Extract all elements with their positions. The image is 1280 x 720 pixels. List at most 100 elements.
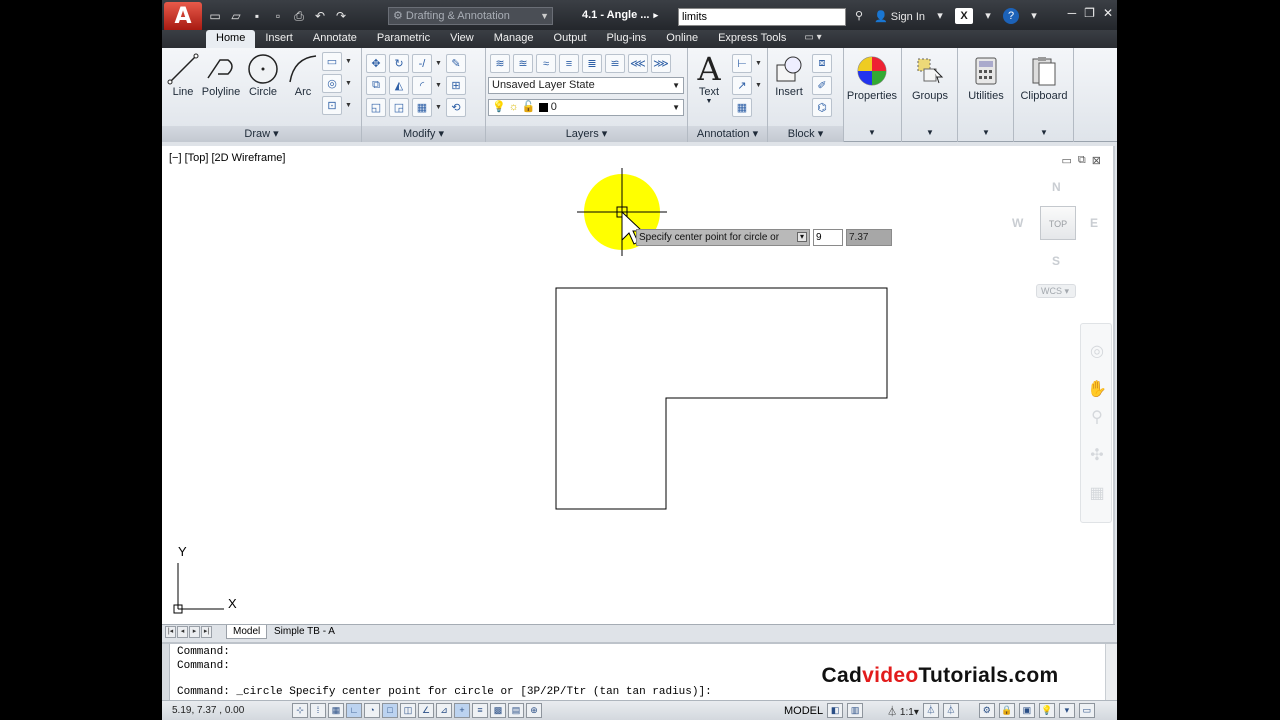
hatch-icon[interactable]: ◎ [322, 74, 342, 93]
application-menu-button[interactable]: A [164, 2, 202, 32]
dynamic-input-icon[interactable]: + [454, 703, 470, 718]
arc-tool[interactable]: Arc [282, 52, 324, 98]
viewport-minimize-icon[interactable]: ▭ [1062, 154, 1072, 167]
trim-icon[interactable]: -/ [412, 54, 432, 73]
explode-icon[interactable]: ⊞ [446, 76, 466, 95]
polar-tracking-icon[interactable]: ◔ [364, 703, 380, 718]
first-tab-icon[interactable]: |◂ [165, 626, 176, 638]
plot-icon[interactable]: ⎙ [290, 8, 308, 24]
3d-object-snap-icon[interactable]: ◫ [400, 703, 416, 718]
move-icon[interactable]: ✥ [366, 54, 386, 73]
annotation-visibility-icon[interactable]: ⏃ [922, 703, 939, 718]
isolate-objects-icon[interactable]: 💡 [1038, 703, 1055, 718]
clipboard-tool[interactable]: Clipboard ▼ [1016, 52, 1072, 137]
help-chevron-icon[interactable]: ▾ [1025, 8, 1043, 24]
edit-block-icon[interactable]: ✐ [812, 76, 832, 95]
modify-panel-title[interactable]: Modify ▾ [362, 126, 485, 142]
tab-output[interactable]: Output [544, 30, 597, 48]
transparency-icon[interactable]: ▩ [490, 703, 506, 718]
tab-annotate[interactable]: Annotate [303, 30, 367, 48]
trim-chevron-icon[interactable]: ▼ [435, 54, 443, 73]
erase-icon[interactable]: ✎ [446, 54, 466, 73]
layer-unisolate-icon[interactable]: ⋙ [651, 54, 671, 73]
table-icon[interactable]: ▦ [732, 98, 752, 117]
pan-icon[interactable]: ✋ [1087, 380, 1107, 400]
prev-tab-icon[interactable]: ◂ [177, 626, 188, 638]
tab-view[interactable]: View [440, 30, 484, 48]
object-snap-tracking-icon[interactable]: ∠ [418, 703, 434, 718]
object-snap-icon[interactable]: □ [382, 703, 398, 718]
sign-in-button[interactable]: 👤 Sign In [874, 10, 925, 23]
utilities-chevron-icon[interactable]: ▼ [958, 128, 1014, 137]
mirror-icon[interactable]: ◭ [389, 76, 409, 95]
tab-insert[interactable]: Insert [255, 30, 303, 48]
leader-chevron-icon[interactable]: ▼ [755, 76, 763, 95]
viewcube[interactable]: N W E S TOP [1012, 176, 1112, 296]
clipboard-chevron-icon[interactable]: ▼ [1016, 128, 1072, 137]
dimension-icon[interactable]: ⊢ [732, 54, 752, 73]
auto-scale-icon[interactable]: ⏃ [942, 703, 959, 718]
region-chevron-icon[interactable]: ▼ [345, 96, 353, 115]
viewport-controls-label[interactable]: [−] [Top] [2D Wireframe] [169, 152, 285, 164]
workspace-selector[interactable]: ⚙ Drafting & Annotation ▼ [388, 7, 553, 25]
dimension-chevron-icon[interactable]: ▼ [755, 54, 763, 73]
hatch-chevron-icon[interactable]: ▼ [345, 74, 353, 93]
open-icon[interactable]: ▱ [227, 8, 245, 24]
compass-east[interactable]: E [1090, 216, 1098, 230]
binoculars-icon[interactable]: ⚲ [850, 8, 868, 24]
leader-icon[interactable]: ↗ [732, 76, 752, 95]
tab-online[interactable]: Online [656, 30, 708, 48]
properties-panel[interactable]: Properties ▼ [844, 48, 902, 142]
save-icon[interactable]: ▪ [248, 8, 266, 24]
utilities-panel[interactable]: Utilities ▼ [958, 48, 1014, 142]
dynamic-y-input[interactable]: 7.37 [846, 229, 892, 246]
workspace-switching-icon[interactable]: ⚙ [978, 703, 995, 718]
scale-icon[interactable]: ◲ [389, 98, 409, 117]
snap-mode-icon[interactable]: ⁞ [310, 703, 326, 718]
block-panel-title[interactable]: Block ▾ [768, 126, 843, 142]
tab-express-tools[interactable]: Express Tools [708, 30, 796, 48]
block-attribute-icon[interactable]: ⌬ [812, 98, 832, 117]
compass-north[interactable]: N [1052, 180, 1061, 194]
minimize-icon[interactable]: ─ [1068, 6, 1077, 20]
create-block-icon[interactable]: ⧈ [812, 54, 832, 73]
polyline-tool[interactable]: Polyline [200, 52, 242, 98]
redo-icon[interactable]: ↷ [332, 8, 350, 24]
sign-in-chevron-icon[interactable]: ▾ [931, 8, 949, 24]
region-icon[interactable]: ⊡ [322, 96, 342, 115]
next-tab-icon[interactable]: ▸ [189, 626, 200, 638]
stretch-icon[interactable]: ◱ [366, 98, 386, 117]
layer-states-icon[interactable]: ≊ [513, 54, 533, 73]
rotate-icon[interactable]: ↻ [389, 54, 409, 73]
fillet-icon[interactable]: ◜ [412, 76, 432, 95]
properties-tool[interactable]: Properties ▼ [844, 52, 900, 137]
search-input[interactable]: limits [678, 8, 846, 26]
layer-off-icon[interactable]: ≈ [536, 54, 556, 73]
tab-parametric[interactable]: Parametric [367, 30, 440, 48]
ortho-mode-icon[interactable]: ∟ [346, 703, 362, 718]
layer-isolate-icon[interactable]: ≡ [559, 54, 579, 73]
tab-model[interactable]: Model [226, 625, 268, 639]
array-icon[interactable]: ▦ [412, 98, 432, 117]
groups-tool[interactable]: Groups ▼ [902, 52, 958, 137]
model-space-button[interactable]: MODEL [784, 705, 823, 717]
rectangle-chevron-icon[interactable]: ▼ [345, 52, 353, 71]
options-down-icon[interactable]: ▾ [797, 232, 807, 242]
viewport-restore-icon[interactable]: ⧉ [1078, 154, 1086, 167]
save-as-icon[interactable]: ▫ [269, 8, 287, 24]
rectangle-icon[interactable]: ▭ [322, 52, 342, 71]
quick-properties-icon[interactable]: ▤ [508, 703, 524, 718]
tab-simple-tb-a[interactable]: Simple TB - A [268, 625, 341, 639]
status-menu-icon[interactable]: ▾ [1058, 703, 1075, 718]
clipboard-panel[interactable]: Clipboard ▼ [1014, 48, 1074, 142]
groups-chevron-icon[interactable]: ▼ [902, 128, 958, 137]
tab-manage[interactable]: Manage [484, 30, 544, 48]
clean-screen-icon[interactable]: ▭ [1078, 703, 1095, 718]
offset-icon[interactable]: ⟲ [446, 98, 466, 117]
selection-cycling-icon[interactable]: ⊕ [526, 703, 542, 718]
circle-tool[interactable]: Circle [242, 52, 284, 98]
line-tool[interactable]: Line [162, 52, 204, 98]
layer-properties-icon[interactable]: ≋ [490, 54, 510, 73]
viewcube-top-face[interactable]: TOP [1040, 206, 1076, 240]
exchange-chevron-icon[interactable]: ▾ [979, 8, 997, 24]
